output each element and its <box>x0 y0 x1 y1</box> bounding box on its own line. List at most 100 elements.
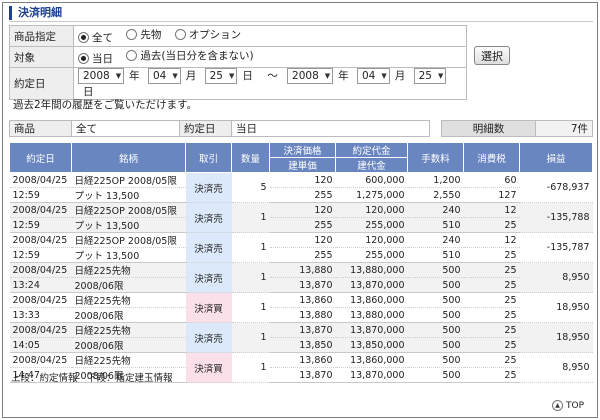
row-amount: 120,000 <box>335 232 408 248</box>
legend-note: 上段：約定情報 下段：指定建玉情報 <box>11 373 173 384</box>
col-header-fee: 手数料 <box>407 142 464 173</box>
row-date: 2008/04/25 <box>9 322 72 338</box>
row-open-price: 255 <box>269 247 336 263</box>
row-name-line2: 2008/06限 <box>71 337 186 353</box>
row-fee-open: 500 <box>407 337 464 353</box>
row-trade-type: 決済売 <box>185 172 232 203</box>
to-month-select[interactable]: 04 ▼ <box>357 68 390 84</box>
back-to-top-label: TOP <box>566 400 585 411</box>
from-day-select[interactable]: 25 ▼ <box>204 68 238 84</box>
row-name-line1: 日経225先物 <box>71 262 186 278</box>
from-month-select[interactable]: 04 ▼ <box>147 68 181 84</box>
row-amount: 13,880,000 <box>335 262 408 278</box>
to-day-select[interactable]: 25 ▼ <box>413 68 447 84</box>
row-date: 2008/04/25 <box>9 202 72 218</box>
select-button[interactable]: 選択 <box>474 46 510 65</box>
chevron-down-icon: ▼ <box>115 72 122 80</box>
row-tax: 25 <box>463 352 520 368</box>
page-title: 決済明細 <box>9 6 62 20</box>
row-date: 2008/04/25 <box>9 352 72 368</box>
title-divider <box>9 21 593 22</box>
back-to-top-link[interactable]: ▲ TOP <box>552 400 584 411</box>
year-unit: 年 <box>129 70 140 82</box>
radio-label: オプション <box>188 29 242 41</box>
row-name-line1: 日経225OP 2008/05限 <box>71 202 186 218</box>
row-name-line2: プット 13,500 <box>71 187 186 203</box>
col-header-trade: 取引 <box>185 142 232 173</box>
row-fee-open: 2,550 <box>407 187 464 203</box>
table-row-lower: 12:59 プット 13,500 255 255,000 510 25 <box>9 217 593 233</box>
table-row: 2008/04/25 日経225OP 2008/05限 決済売 1 120 120,000… <box>9 202 593 233</box>
radio-label: 当日 <box>92 53 113 65</box>
product-filter-options: 全て 先物 オプション <box>73 25 467 47</box>
row-name-line1: 日経225先物 <box>71 352 186 368</box>
row-qty: 1 <box>231 352 270 383</box>
col-header-price: 決済価格 <box>269 142 336 158</box>
to-month-value: 04 <box>362 70 376 82</box>
table-row-lower: 13:33 2008/06限 13,880 13,880,000 500 25 <box>9 307 593 323</box>
row-price: 120 <box>269 232 336 248</box>
row-open-price: 13,880 <box>269 307 336 323</box>
row-amount: 600,000 <box>335 172 408 188</box>
row-qty: 1 <box>231 202 270 233</box>
radio-scope-past[interactable]: 過去(当日分を含まない) <box>126 48 254 63</box>
row-fee-open: 500 <box>407 307 464 323</box>
row-amount: 120,000 <box>335 202 408 218</box>
row-fee: 500 <box>407 352 464 368</box>
product-filter-label: 商品指定 <box>9 25 74 47</box>
row-tax: 12 <box>463 202 520 218</box>
row-price: 13,880 <box>269 262 336 278</box>
row-trade-type: 決済売 <box>185 322 232 353</box>
summary-count-value: 7件 <box>535 120 593 137</box>
scope-filter-row: 対象 当日 過去(当日分を含まない) <box>9 46 467 68</box>
row-tax-open: 25 <box>463 367 520 383</box>
table-row-lower: 13:24 2008/06限 13,870 13,870,000 500 25 <box>9 277 593 293</box>
radio-product-all[interactable]: 全て <box>78 30 113 45</box>
to-year-select[interactable]: 2008 ▼ <box>287 68 334 84</box>
summary-count-label: 明細数 <box>441 120 536 137</box>
row-time: 13:33 <box>9 307 72 323</box>
row-fee: 500 <box>407 292 464 308</box>
row-amount: 13,860,000 <box>335 352 408 368</box>
radio-product-futures[interactable]: 先物 <box>126 27 161 42</box>
radio-product-options[interactable]: オプション <box>174 27 242 42</box>
row-tax-open: 25 <box>463 337 520 353</box>
row-pnl: 18,950 <box>519 322 593 353</box>
row-fee: 1,200 <box>407 172 464 188</box>
row-name-line2: プット 13,500 <box>71 247 186 263</box>
row-pnl: -135,788 <box>519 202 593 233</box>
row-fee-open: 500 <box>407 367 464 383</box>
row-tax: 25 <box>463 322 520 338</box>
row-date: 2008/04/25 <box>9 262 72 278</box>
radio-scope-today[interactable]: 当日 <box>78 51 113 66</box>
radio-label: 過去(当日分を含まない) <box>140 50 254 62</box>
row-open-amount: 13,880,000 <box>335 307 408 323</box>
radio-checked-icon <box>78 32 89 43</box>
settlement-table: 約定日 銘柄 取引 数量 決済価格 約定代金 手数料 消費税 損益 建単価 建代… <box>9 142 593 383</box>
row-name-line1: 日経225OP 2008/05限 <box>71 172 186 188</box>
row-open-price: 13,850 <box>269 337 336 353</box>
row-fee: 500 <box>407 322 464 338</box>
from-year-select[interactable]: 2008 ▼ <box>78 68 125 84</box>
row-date: 2008/04/25 <box>9 232 72 248</box>
from-month-value: 04 <box>152 70 167 82</box>
month-unit: 月 <box>394 70 406 82</box>
history-note: 過去2年間の履歴をご覧いただけます。 <box>13 99 198 111</box>
col-header-open-price: 建単価 <box>269 157 336 173</box>
row-price: 120 <box>269 202 336 218</box>
date-filter-label: 約定日 <box>9 67 74 100</box>
row-qty: 1 <box>231 262 270 293</box>
row-amount: 13,860,000 <box>335 292 408 308</box>
page-frame: 決済明細 商品指定 全て 先物 オプション 対象 当日 過去(当日分を含まない)… <box>2 2 598 418</box>
product-filter-row: 商品指定 全て 先物 オプション <box>9 25 467 47</box>
row-time: 12:59 <box>9 187 72 203</box>
row-tax-open: 25 <box>463 217 520 233</box>
table-row-lower: 12:59 プット 13,500 255 255,000 510 25 <box>9 247 593 263</box>
row-qty: 5 <box>231 172 270 203</box>
radio-checked-icon <box>78 53 89 64</box>
row-tax-open: 25 <box>463 277 520 293</box>
row-pnl: 18,950 <box>519 292 593 323</box>
col-header-name: 銘柄 <box>71 142 186 173</box>
summary-date-value: 当日 <box>231 120 430 137</box>
row-open-amount: 1,275,000 <box>335 187 408 203</box>
